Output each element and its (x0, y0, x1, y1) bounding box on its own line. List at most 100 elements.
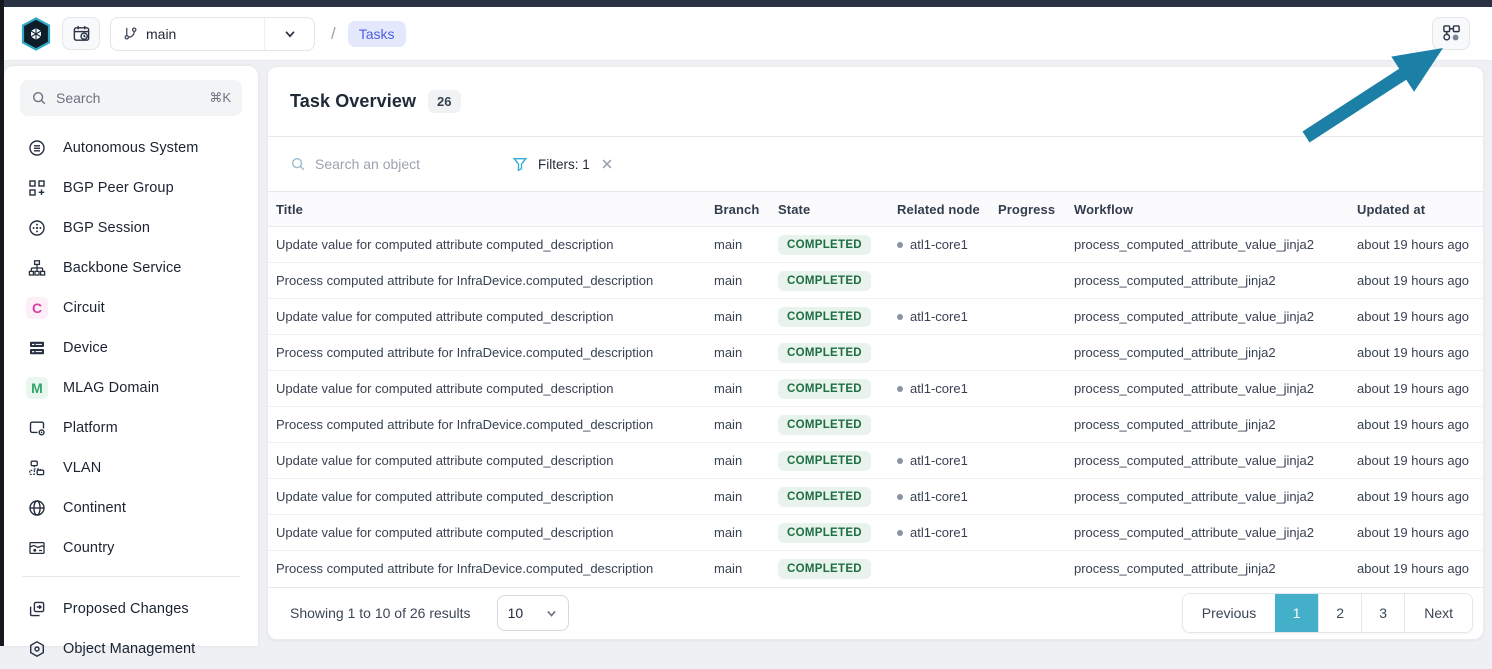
sidebar-item-label: Autonomous System (63, 140, 199, 156)
sidebar-item-label: Circuit (63, 300, 105, 316)
state-badge: COMPLETED (778, 559, 871, 579)
cell-updated-at: about 19 hours ago (1349, 371, 1483, 407)
device-icon (26, 337, 48, 359)
table-body: Update value for computed attribute comp… (268, 227, 1483, 587)
infrahub-logo-icon[interactable] (20, 17, 52, 51)
table-row[interactable]: Process computed attribute for InfraDevi… (268, 551, 1483, 587)
c-letter-icon: C (26, 297, 48, 319)
cell-related-node (889, 335, 990, 371)
cell-related-node: atl1-core1 (889, 515, 990, 551)
sidebar-search[interactable]: ⌘K (20, 80, 242, 116)
cell-progress (990, 443, 1066, 479)
page-button-1[interactable]: 1 (1275, 594, 1318, 632)
page-size-select[interactable]: 10 (497, 595, 569, 631)
node-dot-icon (897, 386, 903, 392)
cell-updated-at: about 19 hours ago (1349, 443, 1483, 479)
time-travel-button[interactable] (62, 17, 100, 50)
node-dot-icon (897, 242, 903, 248)
cell-branch: main (706, 515, 770, 551)
cell-workflow: process_computed_attribute_jinja2 (1066, 263, 1349, 299)
cell-branch: main (706, 263, 770, 299)
sidebar-item-bgp-peer-group[interactable]: BGP Peer Group (20, 168, 242, 208)
branch-selector[interactable]: main (110, 17, 315, 51)
cell-state: COMPLETED (770, 515, 889, 551)
sidebar-item-label: VLAN (63, 460, 101, 476)
sidebar-footer-list: Proposed Changes Object Management (20, 589, 242, 669)
col-branch: Branch (706, 192, 770, 227)
sidebar-item-vlan[interactable]: VLAN (20, 448, 242, 488)
cell-branch: main (706, 299, 770, 335)
state-badge: COMPLETED (778, 487, 871, 507)
search-icon (290, 156, 306, 172)
table-row[interactable]: Process computed attribute for InfraDevi… (268, 335, 1483, 371)
table-row[interactable]: Update value for computed attribute comp… (268, 479, 1483, 515)
chevron-down-icon (545, 607, 558, 620)
cell-workflow: process_computed_attribute_value_jinja2 (1066, 227, 1349, 263)
clear-filters-icon[interactable] (600, 157, 614, 171)
state-badge: COMPLETED (778, 379, 871, 399)
sidebar-item-object-management[interactable]: Object Management (20, 629, 242, 669)
cell-workflow: process_computed_attribute_jinja2 (1066, 335, 1349, 371)
sidebar-item-proposed-changes[interactable]: Proposed Changes (20, 589, 242, 629)
col-workflow: Workflow (1066, 192, 1349, 227)
continent-icon (26, 497, 48, 519)
cell-related-node: atl1-core1 (889, 227, 990, 263)
table-row[interactable]: Process computed attribute for InfraDevi… (268, 263, 1483, 299)
cell-state: COMPLETED (770, 443, 889, 479)
sidebar: ⌘K Autonomous System BGP Peer GroupBGP Se… (4, 66, 258, 646)
sidebar-item-platform[interactable]: Platform (20, 408, 242, 448)
country-icon (26, 537, 48, 559)
previous-page-button[interactable]: Previous (1183, 594, 1275, 632)
cell-state: COMPLETED (770, 263, 889, 299)
page-button-3[interactable]: 3 (1361, 594, 1404, 632)
next-page-button[interactable]: Next (1404, 594, 1472, 632)
window-top-strip (0, 0, 1492, 7)
sidebar-item-circuit[interactable]: C Circuit (20, 288, 242, 328)
backbone-service-icon (26, 257, 48, 279)
cell-related-node: atl1-core1 (889, 443, 990, 479)
table-row[interactable]: Process computed attribute for InfraDevi… (268, 407, 1483, 443)
node-dot-icon (897, 458, 903, 464)
table-row[interactable]: Update value for computed attribute comp… (268, 227, 1483, 263)
branch-selector-caret[interactable] (264, 18, 314, 50)
page-size-value: 10 (508, 605, 524, 621)
breadcrumb-tasks[interactable]: Tasks (348, 21, 406, 47)
vlan-icon (26, 457, 48, 479)
sidebar-item-continent[interactable]: Continent (20, 488, 242, 528)
sidebar-item-label: Proposed Changes (63, 601, 189, 617)
object-search[interactable] (290, 156, 502, 172)
cell-related-node: atl1-core1 (889, 299, 990, 335)
cell-workflow: process_computed_attribute_jinja2 (1066, 551, 1349, 587)
sidebar-item-autonomous-system[interactable]: Autonomous System (20, 128, 242, 168)
breadcrumb-separator: / (331, 24, 336, 44)
cell-branch: main (706, 551, 770, 587)
sidebar-item-bgp-session[interactable]: BGP Session (20, 208, 242, 248)
sidebar-item-country[interactable]: Country (20, 528, 242, 568)
table-row[interactable]: Update value for computed attribute comp… (268, 299, 1483, 335)
cell-progress (990, 299, 1066, 335)
object-search-input[interactable] (315, 156, 502, 172)
schema-button[interactable] (1432, 17, 1470, 50)
branch-selector-value: main (111, 26, 264, 42)
pager: Previous 123 Next (1182, 593, 1473, 633)
col-updated-at: Updated at (1349, 192, 1483, 227)
sidebar-item-backbone-service[interactable]: Backbone Service (20, 248, 242, 288)
sidebar-item-label: Backbone Service (63, 260, 181, 276)
page-button-2[interactable]: 2 (1318, 594, 1361, 632)
cell-branch: main (706, 335, 770, 371)
search-icon (31, 90, 47, 106)
sidebar-item-device[interactable]: Device (20, 328, 242, 368)
cell-progress (990, 263, 1066, 299)
table-row[interactable]: Update value for computed attribute comp… (268, 371, 1483, 407)
table-row[interactable]: Update value for computed attribute comp… (268, 443, 1483, 479)
cell-updated-at: about 19 hours ago (1349, 515, 1483, 551)
filters-control[interactable]: Filters: 1 (512, 156, 614, 172)
sidebar-search-input[interactable] (56, 90, 200, 106)
sidebar-divider (22, 576, 240, 577)
task-count-badge: 26 (428, 90, 460, 113)
col-progress: Progress (990, 192, 1066, 227)
state-badge: COMPLETED (778, 307, 871, 327)
sidebar-item-mlag-domain[interactable]: MMLAG Domain (20, 368, 242, 408)
sidebar-nav-list: Autonomous System BGP Peer GroupBGP Sessi… (20, 128, 242, 568)
table-row[interactable]: Update value for computed attribute comp… (268, 515, 1483, 551)
